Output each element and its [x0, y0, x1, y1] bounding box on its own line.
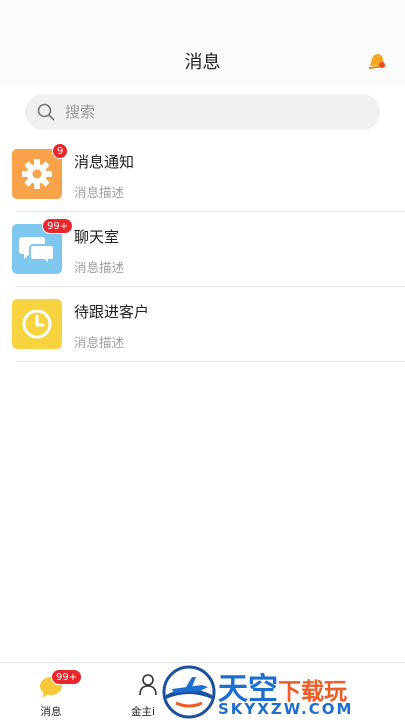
search-bar[interactable]	[25, 94, 380, 130]
watermark: 天空下载玩 SKYXZW.COM	[160, 662, 405, 720]
tab-label: 消息	[40, 706, 62, 718]
page-title: 消息	[184, 52, 221, 73]
list-item-pending-customers[interactable]: 待跟进客户 消息描述	[0, 287, 405, 362]
unread-badge: 99+	[51, 669, 83, 685]
unread-badge: 99+	[42, 218, 74, 234]
person-icon	[139, 674, 157, 696]
item-description: 消息描述	[74, 335, 125, 350]
search-input[interactable]	[65, 94, 365, 130]
item-title: 待跟进客户	[74, 303, 150, 321]
tab-messages[interactable]: 99+ 消息	[11, 663, 91, 720]
unread-badge: 9	[52, 143, 69, 159]
message-list: 9 消息通知 消息描述 99+ 聊天室 消息描述 待跟进客户 消息描述	[0, 137, 405, 362]
watermark-url: SKYXZW.COM	[218, 700, 354, 718]
item-title: 聊天室	[74, 228, 120, 246]
header: 消息	[0, 0, 405, 86]
bell-icon[interactable]	[366, 50, 388, 72]
list-item-chatroom[interactable]: 99+ 聊天室 消息描述	[0, 212, 405, 287]
list-item-notifications[interactable]: 9 消息通知 消息描述	[0, 137, 405, 212]
divider	[16, 361, 405, 362]
clock-icon	[22, 309, 52, 339]
item-description: 消息描述	[74, 185, 125, 200]
item-title: 消息通知	[74, 153, 135, 171]
pending-avatar	[12, 299, 62, 349]
search-icon	[37, 103, 55, 121]
item-description: 消息描述	[74, 260, 125, 275]
plane-logo-icon	[162, 665, 216, 719]
